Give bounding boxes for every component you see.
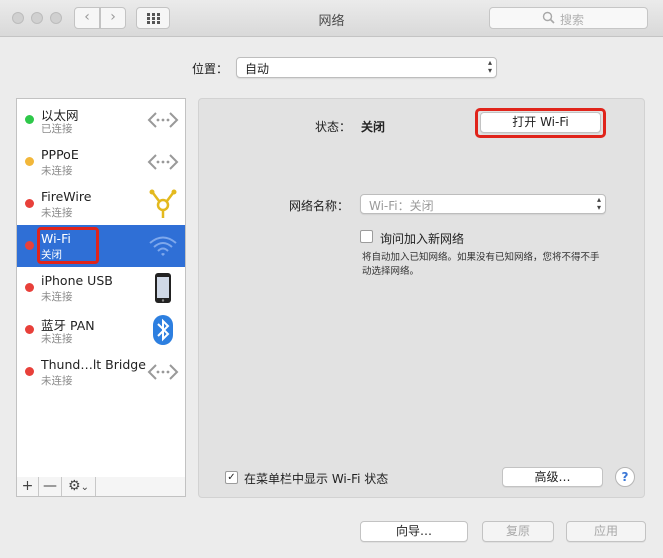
service-name: iPhone USB [41,273,113,288]
chevron-down-icon: ⌄ [80,482,89,493]
status-dot [25,367,34,376]
service-status: 未连接 [41,165,73,177]
remove-service-button[interactable]: — [39,477,62,496]
status-dot [25,241,34,250]
firewire-icon [149,189,177,218]
service-item-iphone-usb[interactable]: iPhone USB 未连接 [17,267,185,309]
ethernet-icon [147,154,179,170]
service-item-bluetooth-pan[interactable]: 蓝牙 PAN 未连接 [17,309,185,351]
ask-join-checkbox[interactable] [360,230,373,243]
highlight-annotation [37,227,99,264]
status-dot [25,325,34,334]
gear-icon: ⚙ [68,478,81,494]
service-item-wifi[interactable]: Wi-Fi 关闭 [17,225,185,267]
ask-join-label: 询问加入新网络 [380,232,465,246]
highlight-annotation [475,108,606,138]
add-service-button[interactable]: + [17,477,39,496]
apply-button[interactable]: 应用 [566,521,646,542]
status-dot [25,157,34,166]
service-status: 已连接 [41,123,73,135]
location-label: 位置： [192,62,229,76]
service-status: 未连接 [41,333,73,345]
status-dot [25,115,34,124]
updown-arrows-icon: ▴ ▾ [487,58,492,75]
service-status: 未连接 [41,291,73,303]
search-placeholder: 搜索 [560,13,585,27]
show-wifi-status-checkbox[interactable]: ✓ [225,471,238,484]
service-status: 未连接 [41,207,73,219]
status-value: 关闭 [361,120,386,134]
ethernet-icon [147,112,179,128]
status-dot [25,283,34,292]
location-value: 自动 [245,62,270,76]
iphone-icon [155,273,171,303]
service-list[interactable]: 以太网 已连接 PPPoE 未连接 FireWire 未连接 Wi-Fi 关闭 … [16,98,186,478]
service-name: PPPoE [41,147,79,162]
service-name: FireWire [41,189,92,204]
revert-button[interactable]: 复原 [482,521,554,542]
wifi-icon [149,236,177,256]
show-wifi-status-label: 在菜单栏中显示 Wi-Fi 状态 [244,472,389,486]
action-menu-button[interactable]: ⚙⌄ [62,477,96,496]
service-list-toolbar: + — ⚙⌄ [16,477,186,497]
service-item-firewire[interactable]: FireWire 未连接 [17,183,185,225]
service-item-pppoe[interactable]: PPPoE 未连接 [17,141,185,183]
status-label: 状态： [315,120,352,134]
advanced-button[interactable]: 高级… [502,467,603,487]
help-button[interactable]: ? [615,467,635,487]
service-item-thunderbolt-bridge[interactable]: Thund…lt Bridge 未连接 [17,351,185,393]
updown-arrows-icon: ▴ ▾ [596,195,601,212]
service-name: Thund…lt Bridge [41,357,146,372]
title-bar: ‹ › 网络 搜索 [0,0,663,37]
network-name-value: Wi-Fi：关闭 [369,199,434,213]
search-icon [542,11,555,24]
network-name-popup[interactable]: Wi-Fi：关闭 ▴ ▾ [360,194,606,214]
assistant-button[interactable]: 向导… [360,521,468,542]
detail-panel: 状态： 关闭 打开 Wi-Fi 网络名称： Wi-Fi：关闭 ▴ ▾ 询问加入新网… [198,98,645,498]
ask-join-note: 将自动加入已知网络。如果没有已知网络，您将不得不手动选择网络。 [362,252,600,277]
service-item-ethernet[interactable]: 以太网 已连接 [17,99,185,141]
service-status: 未连接 [41,375,73,387]
location-popup[interactable]: 自动 ▴ ▾ [236,57,497,78]
search-field[interactable]: 搜索 [489,7,648,29]
bluetooth-icon [153,315,173,345]
network-name-label: 网络名称： [289,199,350,213]
ethernet-icon [147,364,179,380]
status-dot [25,199,34,208]
